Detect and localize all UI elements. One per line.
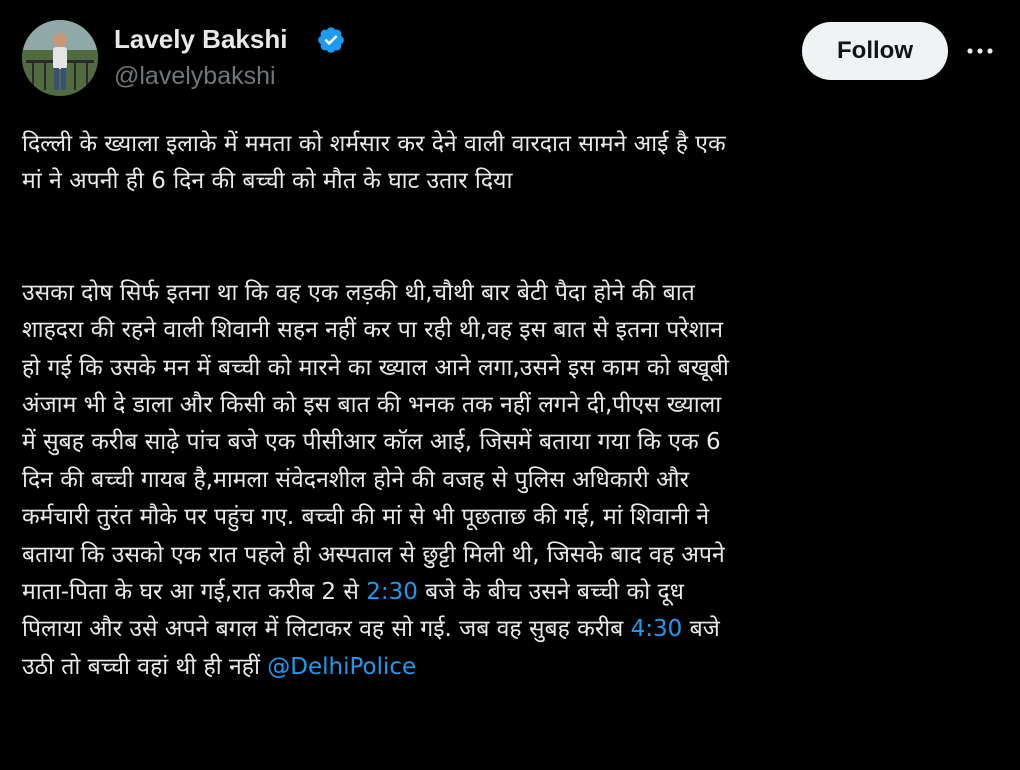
tweet-line: में सुबह करीब साढ़े पांच बजे एक पीसीआर क… xyxy=(22,429,721,456)
tweet-line: अंजाम भी दे डाला और किसी को इस बात की भन… xyxy=(22,392,722,419)
tweet-header: Lavely Bakshi @lavelybakshi Follow xyxy=(0,0,1020,110)
tweet-line: उठी तो बच्ची वहां थी ही नहीं @DelhiPolic… xyxy=(22,649,1012,686)
tweet-paragraph-1: दिल्ली के ख्याला इलाके में ममता को शर्मस… xyxy=(22,126,1012,201)
tweet-line: दिल्ली के ख्याला इलाके में ममता को शर्मस… xyxy=(22,131,726,157)
time-link-4-30[interactable]: 4:30 xyxy=(631,616,683,642)
avatar[interactable] xyxy=(22,20,98,96)
time-link-2-30[interactable]: 2:30 xyxy=(366,579,418,605)
line-text: बजे xyxy=(682,616,720,643)
user-handle[interactable]: @lavelybakshi xyxy=(114,60,276,92)
verified-badge-icon xyxy=(318,27,344,53)
tweet-line: मां ने अपनी ही 6 दिन की बच्ची को मौत के … xyxy=(22,168,513,195)
line-text: उठी तो बच्ची वहां थी ही नहीं xyxy=(22,653,268,680)
line-text: माता-पिता के घर आ गई,रात करीब 2 से xyxy=(22,579,367,606)
follow-button[interactable]: Follow xyxy=(802,22,948,80)
tweet-line: शाहदरा की रहने वाली शिवानी सहन नहीं कर प… xyxy=(22,317,724,344)
tweet-line: दिन की बच्ची गायब है,मामला संवेदनशील होन… xyxy=(22,466,690,493)
mention-delhi-police[interactable]: @DelhiPolice xyxy=(267,654,416,680)
tweet-paragraph-2: उसका दोष सिर्फ इतना था कि वह एक लड़की थी… xyxy=(22,275,1012,686)
tweet-line: कर्मचारी तुरंत मौके पर पहुंच गए. बच्ची क… xyxy=(22,504,710,531)
display-name[interactable]: Lavely Bakshi xyxy=(114,22,287,56)
tweet-line: उसका दोष सिर्फ इतना था कि वह एक लड़की थी… xyxy=(22,279,695,306)
line-text: पिलाया और उसे अपने बगल में लिटाकर वह सो … xyxy=(22,616,631,643)
more-options-icon[interactable] xyxy=(962,36,998,66)
tweet-line: बताया कि उसको एक रात पहले ही अस्पताल से … xyxy=(22,541,725,568)
avatar-photo-icon xyxy=(22,20,98,96)
line-text: बजे के बीच उसने बच्ची को दूध xyxy=(417,579,684,606)
tweet-line: पिलाया और उसे अपने बगल में लिटाकर वह सो … xyxy=(22,611,1012,648)
tweet-text: दिल्ली के ख्याला इलाके में ममता को शर्मस… xyxy=(22,126,1012,686)
tweet-line: माता-पिता के घर आ गई,रात करीब 2 से 2:30 … xyxy=(22,574,1012,611)
tweet-line: हो गई कि उसके मन में बच्ची को मारने का ख… xyxy=(22,354,729,381)
